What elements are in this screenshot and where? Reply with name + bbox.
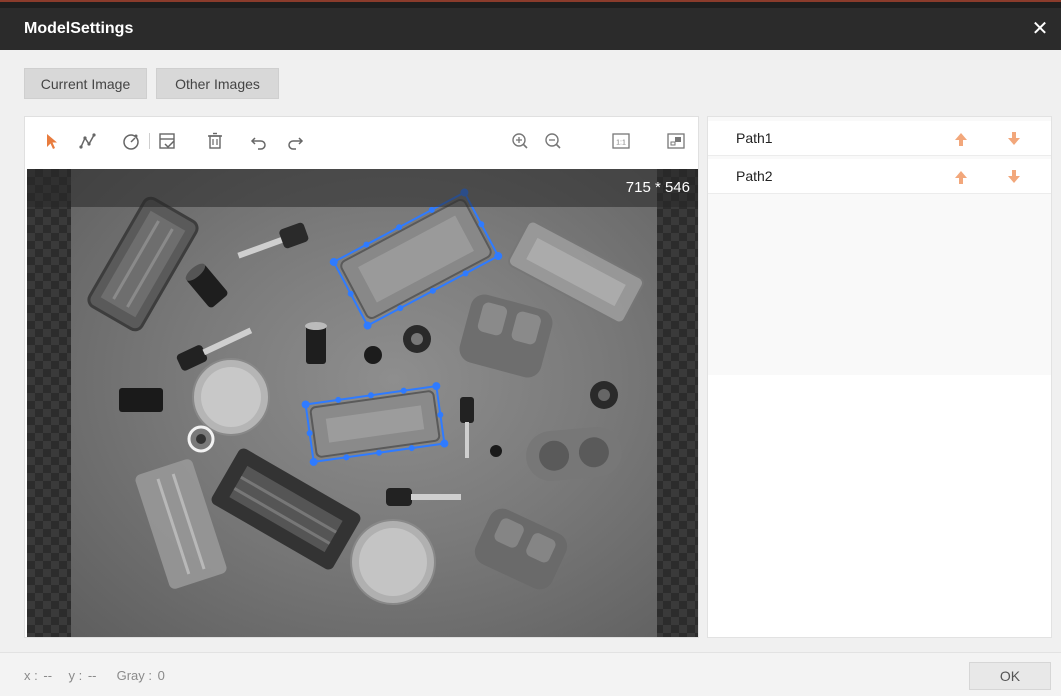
path-name: Path2 — [736, 168, 773, 184]
tab-current-image[interactable]: Current Image — [24, 68, 147, 99]
path-name: Path1 — [736, 130, 773, 146]
polyline-icon[interactable] — [77, 130, 99, 152]
cursor-status: x : -- y : -- Gray : 0 — [24, 668, 167, 683]
circle-tool-icon[interactable] — [120, 130, 142, 152]
title-bar: ModelSettings ✕ — [0, 8, 1061, 50]
image-viewer[interactable]: 715 * 546 — [27, 169, 698, 637]
undo-icon[interactable] — [248, 130, 270, 152]
move-down-icon[interactable] — [1007, 169, 1021, 185]
path-row-1[interactable]: Path1 — [708, 121, 1051, 156]
path-list: Path1 Path2 — [708, 117, 1051, 375]
select-arrow-icon[interactable] — [41, 130, 63, 152]
move-up-icon[interactable] — [954, 169, 968, 185]
editor-toolbar: 1:1 — [25, 117, 698, 165]
x-label: x : — [24, 668, 38, 683]
zoom-out-icon[interactable] — [542, 130, 564, 152]
x-value: -- — [43, 668, 53, 683]
checker-background-left — [27, 169, 73, 637]
gray-value: 0 — [157, 668, 165, 683]
move-up-icon[interactable] — [954, 131, 968, 147]
inspection-image — [71, 169, 657, 637]
toolbar-divider — [149, 133, 150, 149]
path-panel: Path1 Path2 — [707, 116, 1052, 638]
fit-window-icon[interactable] — [665, 130, 687, 152]
actual-size-icon[interactable]: 1:1 — [610, 130, 632, 152]
zoom-in-icon[interactable] — [509, 130, 531, 152]
y-label: y : — [68, 668, 83, 683]
image-editor-panel: 1:1 715 * 546 — [24, 116, 699, 638]
image-dimensions: 715 * 546 — [625, 179, 690, 196]
parts-scene — [87, 188, 645, 605]
path-row-2[interactable]: Path2 — [708, 159, 1051, 194]
image-info-bar: 715 * 546 — [27, 169, 698, 207]
tab-other-images[interactable]: Other Images — [156, 68, 279, 99]
actual-size-label: 1:1 — [616, 140, 626, 147]
window-top-border — [0, 0, 1061, 8]
y-value: -- — [87, 668, 97, 683]
gray-label: Gray : — [116, 668, 152, 683]
delete-icon[interactable] — [204, 130, 226, 152]
redo-icon[interactable] — [284, 130, 306, 152]
checker-background-right — [655, 169, 698, 637]
status-footer: x : -- y : -- Gray : 0 OK — [0, 652, 1061, 696]
window-title: ModelSettings — [24, 20, 134, 37]
checklist-icon[interactable] — [156, 130, 178, 152]
ok-button[interactable]: OK — [969, 662, 1051, 690]
move-down-icon[interactable] — [1007, 131, 1021, 147]
close-icon[interactable]: ✕ — [1029, 18, 1051, 40]
